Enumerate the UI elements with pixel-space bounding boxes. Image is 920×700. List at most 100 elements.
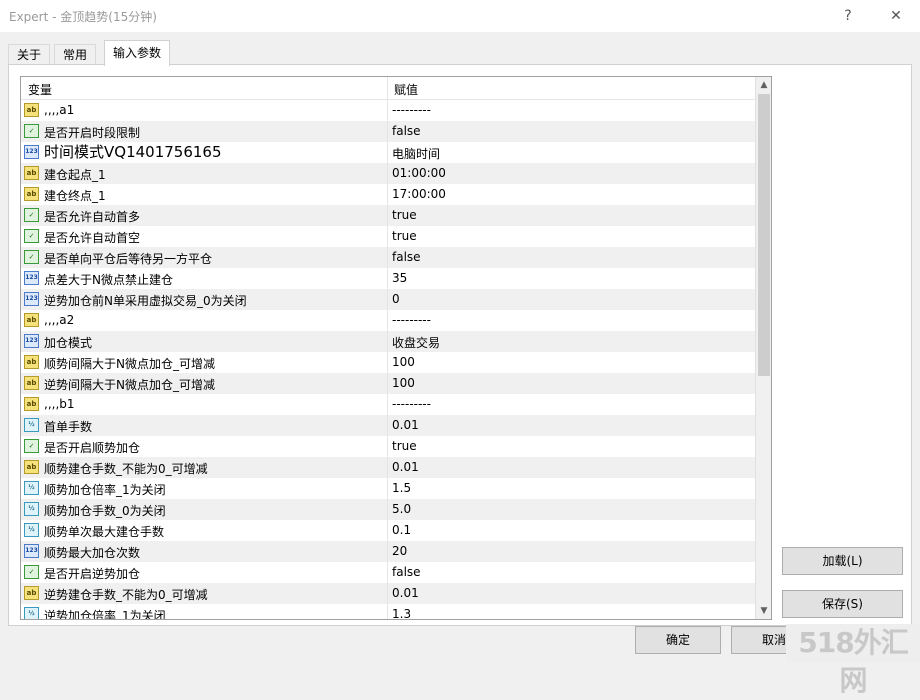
parameter-value[interactable]: --------- (392, 397, 431, 411)
parameter-row[interactable]: ab ,,,,a2 --------- (21, 310, 755, 331)
cell-divider (387, 142, 388, 163)
parameter-row[interactable]: ab 逆势建仓手数_不能为0_可增减 0.01 (21, 583, 755, 604)
parameter-row[interactable]: ab 建仓起点_1 01:00:00 (21, 163, 755, 184)
parameter-row[interactable]: ab ,,,,a1 --------- (21, 100, 755, 121)
parameter-name: 是否开启逆势加仓 (44, 567, 141, 581)
parameter-name: 顺势间隔大于N微点加仓_可增减 (44, 357, 215, 371)
title-bar: Expert - 金顶趋势(15分钟) ? ✕ (0, 0, 920, 32)
parameter-value[interactable]: 0.01 (392, 586, 419, 600)
parameter-row[interactable]: ab ,,,,b1 --------- (21, 394, 755, 415)
save-button[interactable]: 保存(S) (782, 590, 903, 618)
parameter-value[interactable]: true (392, 229, 417, 243)
close-button[interactable]: ✕ (886, 6, 906, 26)
parameter-name: 建仓起点_1 (44, 168, 106, 182)
parameter-value[interactable]: 0.01 (392, 460, 419, 474)
parameter-name: 是否允许自动首空 (44, 231, 141, 245)
string-type-icon: ab (24, 355, 39, 369)
column-divider[interactable] (387, 77, 388, 99)
vertical-scrollbar[interactable]: ▲ ▼ (755, 77, 771, 619)
parameter-value[interactable]: true (392, 208, 417, 222)
parameter-value[interactable]: 1.5 (392, 481, 411, 495)
cell-divider (387, 331, 388, 352)
scroll-down-icon[interactable]: ▼ (756, 603, 771, 619)
parameter-value[interactable]: --------- (392, 313, 431, 327)
parameter-value[interactable]: false (392, 250, 421, 264)
parameter-row[interactable]: ✓ 是否开启时段限制 false (21, 121, 755, 142)
parameter-row[interactable]: ½ 逆势加仓倍率_1为关闭 1.3 (21, 604, 755, 620)
parameter-row[interactable]: 123 顺势最大加仓次数 20 (21, 541, 755, 562)
column-header-variable[interactable]: 变量 (28, 81, 52, 98)
double-type-icon: ½ (24, 481, 39, 495)
parameter-name: 加仓模式 (44, 336, 93, 350)
grid-header: 变量 赋值 (21, 77, 755, 100)
parameter-name: 顺势加仓倍率_1为关闭 (44, 483, 166, 497)
cell-divider (387, 583, 388, 604)
parameter-row[interactable]: 123 时间模式VQ1401756165 电脑时间 (21, 142, 755, 163)
parameter-value[interactable]: 5.0 (392, 502, 411, 516)
parameter-row[interactable]: ½ 首单手数 0.01 (21, 415, 755, 436)
parameter-row[interactable]: ✓ 是否开启顺势加仓 true (21, 436, 755, 457)
parameter-row[interactable]: ab 顺势间隔大于N微点加仓_可增减 100 (21, 352, 755, 373)
parameter-value[interactable]: 35 (392, 271, 407, 285)
string-type-icon: ab (24, 397, 39, 411)
parameter-row[interactable]: ½ 顺势加仓倍率_1为关闭 1.5 (21, 478, 755, 499)
parameter-value[interactable]: 收盘交易 (392, 334, 440, 351)
parameter-row[interactable]: ✓ 是否允许自动首空 true (21, 226, 755, 247)
parameter-row[interactable]: 123 逆势加仓前N单采用虚拟交易_0为关闭 0 (21, 289, 755, 310)
ok-button[interactable]: 确定 (635, 626, 721, 654)
parameter-row[interactable]: ab 建仓终点_1 17:00:00 (21, 184, 755, 205)
scroll-up-icon[interactable]: ▲ (756, 77, 771, 93)
parameter-value[interactable]: true (392, 439, 417, 453)
parameter-value[interactable]: 20 (392, 544, 407, 558)
integer-type-icon: 123 (24, 544, 39, 558)
parameter-row[interactable]: ½ 顺势单次最大建仓手数 0.1 (21, 520, 755, 541)
column-header-value[interactable]: 赋值 (394, 81, 418, 98)
cell-divider (387, 373, 388, 394)
parameter-value[interactable]: 0 (392, 292, 400, 306)
parameter-row[interactable]: ab 逆势间隔大于N微点加仓_可增减 100 (21, 373, 755, 394)
parameter-value[interactable]: 1.3 (392, 607, 411, 619)
help-button[interactable]: ? (838, 6, 858, 26)
parameter-name: 顺势建仓手数_不能为0_可增减 (44, 462, 208, 476)
double-type-icon: ½ (24, 523, 39, 537)
parameter-value[interactable]: 100 (392, 376, 415, 390)
boolean-type-icon: ✓ (24, 208, 39, 222)
tab-input-params[interactable]: 输入参数 (104, 40, 171, 66)
parameter-row[interactable]: 123 点差大于N微点禁止建仓 35 (21, 268, 755, 289)
cell-divider (387, 100, 388, 121)
parameter-name: 逆势建仓手数_不能为0_可增减 (44, 588, 208, 602)
parameter-row[interactable]: 123 加仓模式 收盘交易 (21, 331, 755, 352)
parameter-value[interactable]: --------- (392, 103, 431, 117)
parameter-row[interactable]: ✓ 是否单向平仓后等待另一方平仓 false (21, 247, 755, 268)
cell-divider (387, 499, 388, 520)
parameter-value[interactable]: 100 (392, 355, 415, 369)
parameter-value[interactable]: 17:00:00 (392, 187, 446, 201)
parameter-name: ,,,,a2 (44, 313, 75, 327)
parameter-name: ,,,,b1 (44, 397, 75, 411)
double-type-icon: ½ (24, 418, 39, 432)
string-type-icon: ab (24, 586, 39, 600)
double-type-icon: ½ (24, 502, 39, 516)
parameter-name: ,,,,a1 (44, 103, 75, 117)
parameter-row[interactable]: ✓ 是否开启逆势加仓 false (21, 562, 755, 583)
parameter-name: 顺势单次最大建仓手数 (44, 525, 165, 539)
string-type-icon: ab (24, 376, 39, 390)
parameter-value[interactable]: false (392, 565, 421, 579)
integer-type-icon: 123 (24, 292, 39, 306)
parameter-row[interactable]: ✓ 是否允许自动首多 true (21, 205, 755, 226)
parameter-row[interactable]: ab 顺势建仓手数_不能为0_可增减 0.01 (21, 457, 755, 478)
cell-divider (387, 457, 388, 478)
parameter-value[interactable]: 电脑时间 (392, 145, 440, 162)
parameter-value[interactable]: 0.1 (392, 523, 411, 537)
load-button[interactable]: 加载(L) (782, 547, 903, 575)
boolean-type-icon: ✓ (24, 124, 39, 138)
parameter-row[interactable]: ½ 顺势加仓手数_0为关闭 5.0 (21, 499, 755, 520)
parameter-value[interactable]: 01:00:00 (392, 166, 446, 180)
tab-common[interactable]: 常用 (54, 44, 97, 65)
parameter-value[interactable]: 0.01 (392, 418, 419, 432)
scrollbar-thumb[interactable] (758, 94, 770, 376)
parameter-name: 逆势加仓倍率_1为关闭 (44, 609, 166, 620)
parameter-value[interactable]: false (392, 124, 421, 138)
parameter-name: 建仓终点_1 (44, 189, 106, 203)
tab-about[interactable]: 关于 (8, 44, 51, 65)
